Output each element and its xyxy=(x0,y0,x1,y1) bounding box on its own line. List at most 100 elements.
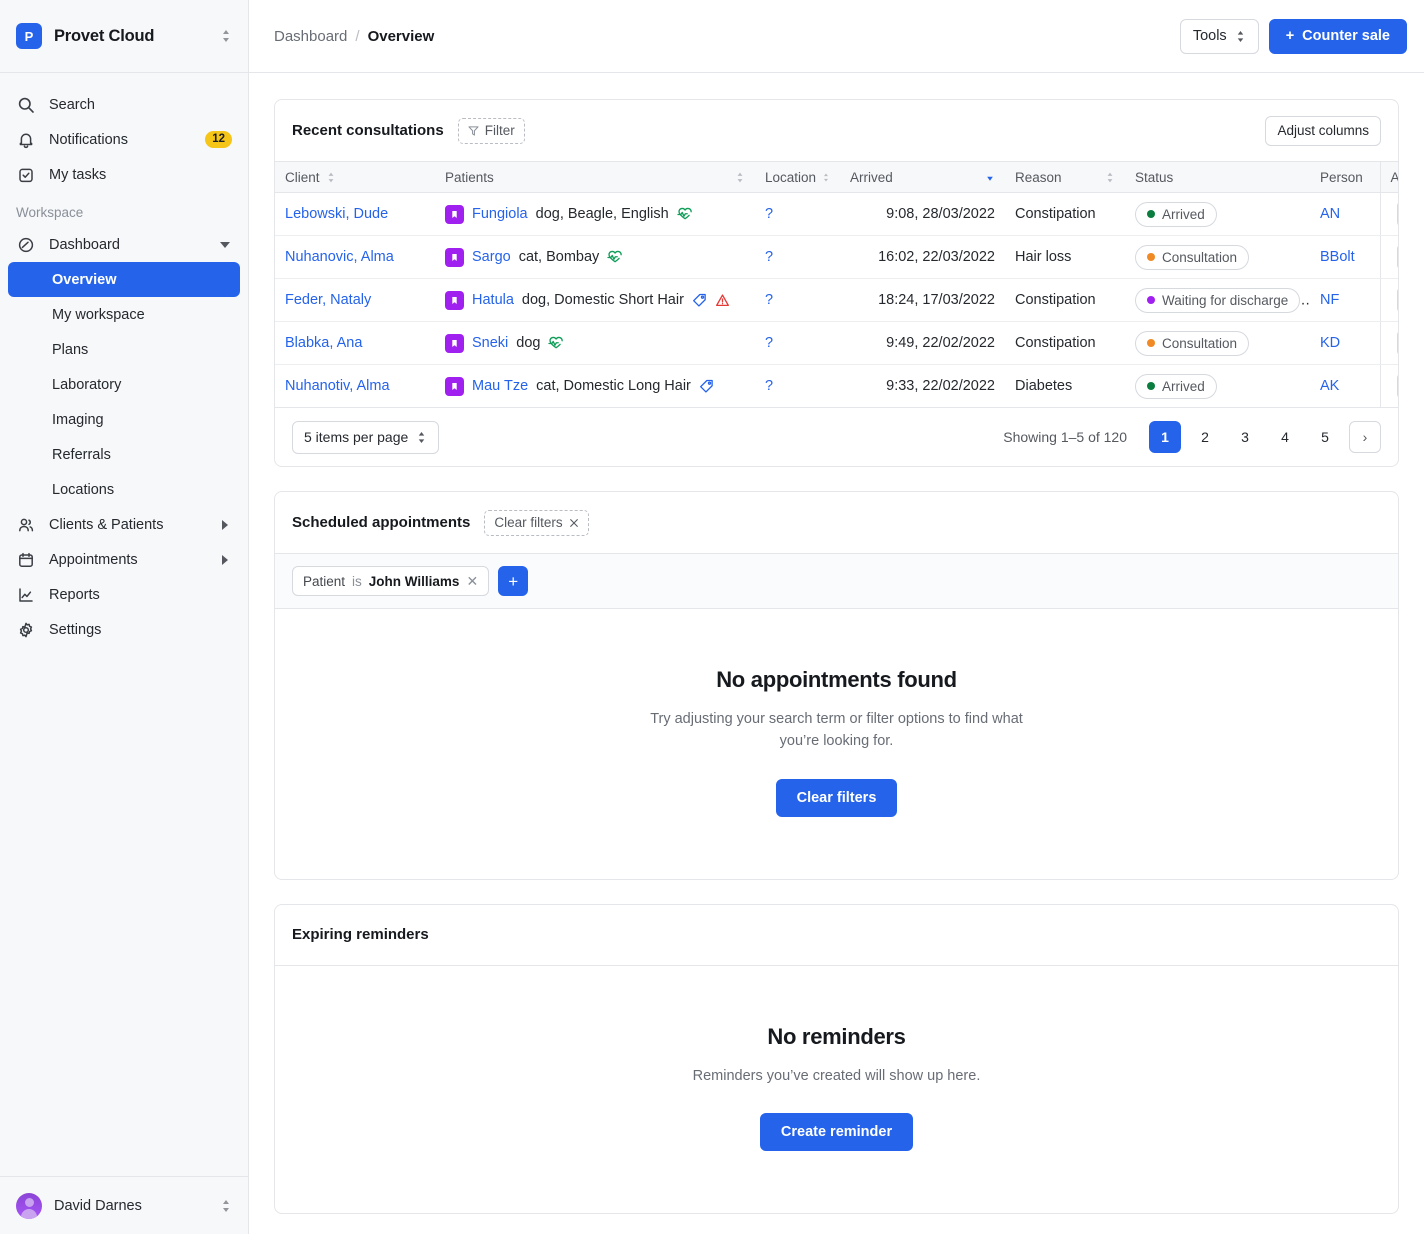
client-link[interactable]: Nuhanovic, Alma xyxy=(285,249,394,265)
tools-dropdown[interactable]: Tools xyxy=(1180,19,1259,54)
person-link[interactable]: KD xyxy=(1320,335,1340,351)
avatar xyxy=(16,1193,42,1219)
column-person: Person xyxy=(1310,162,1380,193)
location-link[interactable]: ? xyxy=(765,292,773,308)
sidebar-item-imaging[interactable]: Imaging xyxy=(8,402,240,437)
page-4-button[interactable]: 4 xyxy=(1269,421,1301,453)
remove-filter-icon[interactable]: ✕ xyxy=(466,574,478,588)
status-label: Arrived xyxy=(1162,207,1205,222)
table-row[interactable]: Feder, Nataly Hatula dog, Domestic Short… xyxy=(275,279,1399,322)
row-actions-button[interactable] xyxy=(1397,330,1399,356)
client-link[interactable]: Nuhanotiv, Alma xyxy=(285,378,390,394)
tag-icon xyxy=(699,379,714,394)
breadcrumb-parent[interactable]: Dashboard xyxy=(274,28,347,45)
sidebar-item-plans[interactable]: Plans xyxy=(8,332,240,367)
patient-detail: cat, Bombay xyxy=(519,249,600,265)
content-scroll[interactable]: Recent consultations Filter Adjust colum… xyxy=(249,73,1424,1234)
table-row[interactable]: Nuhanovic, Alma Sargo cat, Bombay xyxy=(275,236,1399,279)
filter-button[interactable]: Filter xyxy=(458,118,525,144)
workspace-name: Provet Cloud xyxy=(54,27,220,46)
clipboard-check-icon xyxy=(16,165,36,185)
filter-chip-patient[interactable]: Patient is John Williams ✕ xyxy=(292,566,489,596)
page-3-button[interactable]: 3 xyxy=(1229,421,1261,453)
sidebar-item-label: Plans xyxy=(52,342,232,358)
counter-sale-button[interactable]: + Counter sale xyxy=(1269,19,1407,54)
chevron-right-icon[interactable] xyxy=(222,520,228,530)
client-link[interactable]: Lebowski, Dude xyxy=(285,206,388,222)
person-link[interactable]: AN xyxy=(1320,206,1340,222)
sidebar-item-locations[interactable]: Locations xyxy=(8,472,240,507)
row-actions-button[interactable] xyxy=(1397,373,1399,399)
sidebar-item-my-tasks[interactable]: My tasks xyxy=(8,157,240,192)
user-name: David Darnes xyxy=(54,1198,220,1214)
page-1-button[interactable]: 1 xyxy=(1149,421,1181,453)
card-title: Scheduled appointments xyxy=(292,514,470,531)
workspace-switcher[interactable]: P Provet Cloud xyxy=(0,0,248,73)
location-link[interactable]: ? xyxy=(765,206,773,222)
column-client[interactable]: Client xyxy=(275,162,435,193)
row-actions-button[interactable] xyxy=(1397,201,1399,227)
showing-count: Showing 1–5 of 120 xyxy=(1003,429,1127,445)
client-link[interactable]: Feder, Nataly xyxy=(285,292,371,308)
chevron-right-icon[interactable] xyxy=(222,555,228,565)
sidebar-item-settings[interactable]: Settings xyxy=(8,612,240,647)
table-row[interactable]: Lebowski, Dude Fungiola dog, Beagle, Eng… xyxy=(275,193,1399,236)
sidebar-item-notifications[interactable]: Notifications 12 xyxy=(8,122,240,157)
cell-patients: Sargo cat, Bombay xyxy=(435,236,755,279)
chevron-down-icon[interactable] xyxy=(220,242,230,248)
person-link[interactable]: NF xyxy=(1320,292,1339,308)
sidebar-item-my-workspace[interactable]: My workspace xyxy=(8,297,240,332)
create-reminder-button[interactable]: Create reminder xyxy=(760,1113,913,1151)
column-patients[interactable]: Patients xyxy=(435,162,755,193)
page-5-button[interactable]: 5 xyxy=(1309,421,1341,453)
sidebar-item-label: Clients & Patients xyxy=(49,517,222,533)
row-actions-button[interactable] xyxy=(1397,244,1399,270)
column-reason[interactable]: Reason xyxy=(1005,162,1125,193)
clear-filters-chip[interactable]: Clear filters xyxy=(484,510,588,536)
sidebar-item-search[interactable]: Search xyxy=(8,87,240,122)
sidebar-item-laboratory[interactable]: Laboratory xyxy=(8,367,240,402)
page-2-button[interactable]: 2 xyxy=(1189,421,1221,453)
next-page-button[interactable]: › xyxy=(1349,421,1381,453)
client-link[interactable]: Blabka, Ana xyxy=(285,335,362,351)
chevron-up-down-icon xyxy=(416,430,427,445)
column-location[interactable]: Location xyxy=(755,162,840,193)
sidebar-item-dashboard[interactable]: Dashboard xyxy=(8,227,240,262)
sidebar-item-referrals[interactable]: Referrals xyxy=(8,437,240,472)
adjust-columns-button[interactable]: Adjust columns xyxy=(1265,116,1381,146)
expiring-reminders-card: Expiring reminders No reminders Reminder… xyxy=(274,904,1399,1215)
column-status: Status xyxy=(1125,162,1310,193)
patient-link[interactable]: Sargo xyxy=(472,249,511,265)
cell-person: AK xyxy=(1310,365,1380,408)
sidebar-item-overview[interactable]: Overview xyxy=(8,262,240,297)
column-arrived[interactable]: Arrived xyxy=(840,162,1005,193)
bookmark-icon xyxy=(445,377,464,396)
patient-link[interactable]: Mau Tze xyxy=(472,378,528,394)
items-per-page-select[interactable]: 5 items per page xyxy=(292,421,439,454)
cell-reason: Constipation xyxy=(1005,193,1125,236)
empty-title: No reminders xyxy=(295,1024,1378,1050)
patient-link[interactable]: Sneki xyxy=(472,335,508,351)
bell-icon xyxy=(16,130,36,150)
location-link[interactable]: ? xyxy=(765,249,773,265)
patient-link[interactable]: Hatula xyxy=(472,292,514,308)
sidebar-item-appointments[interactable]: Appointments xyxy=(8,542,240,577)
user-menu[interactable]: David Darnes xyxy=(0,1176,248,1234)
sidebar-item-label: Overview xyxy=(52,272,232,288)
location-link[interactable]: ? xyxy=(765,335,773,351)
row-actions-button[interactable] xyxy=(1397,287,1399,313)
patient-link[interactable]: Fungiola xyxy=(472,206,528,222)
table-body: Lebowski, Dude Fungiola dog, Beagle, Eng… xyxy=(275,193,1399,408)
location-link[interactable]: ? xyxy=(765,378,773,394)
sidebar-item-clients-patients[interactable]: Clients & Patients xyxy=(8,507,240,542)
status-badge: Consultation xyxy=(1135,245,1249,270)
column-label: Actions xyxy=(1391,170,1400,185)
table-row[interactable]: Nuhanotiv, Alma Mau Tze cat, Domestic Lo… xyxy=(275,365,1399,408)
sidebar-item-reports[interactable]: Reports xyxy=(8,577,240,612)
person-link[interactable]: BBolt xyxy=(1320,249,1355,265)
person-link[interactable]: AK xyxy=(1320,378,1339,394)
table-row[interactable]: Blabka, Ana Sneki dog xyxy=(275,322,1399,365)
clear-filters-button[interactable]: Clear filters xyxy=(776,779,898,817)
add-filter-button[interactable]: + xyxy=(498,566,528,596)
sidebar-item-label: My tasks xyxy=(49,167,232,183)
